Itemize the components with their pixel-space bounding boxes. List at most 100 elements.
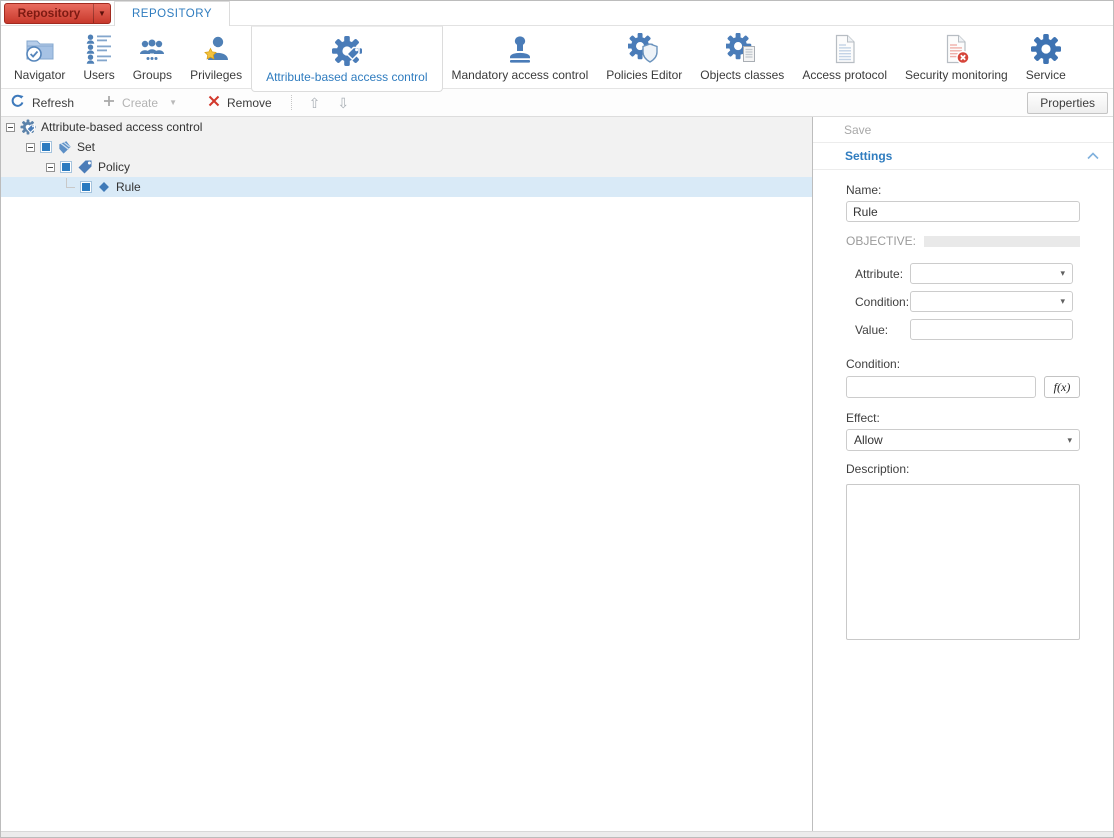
description-textarea[interactable] bbox=[846, 484, 1080, 640]
ribbon-item-privileges[interactable]: Privileges bbox=[181, 26, 251, 88]
create-label: Create bbox=[122, 96, 158, 110]
chevron-down-icon: ▼ bbox=[93, 4, 110, 23]
refresh-label: Refresh bbox=[32, 96, 74, 110]
save-button[interactable]: Save bbox=[844, 123, 871, 137]
tree-node-rule[interactable]: Rule bbox=[1, 177, 812, 197]
condition-select[interactable]: ▾ bbox=[910, 291, 1073, 312]
tree-node-set[interactable]: Set bbox=[1, 137, 812, 157]
privileges-icon bbox=[200, 32, 232, 65]
tab-label: REPOSITORY bbox=[132, 8, 212, 20]
attribute-label: Attribute: bbox=[855, 267, 910, 281]
create-button[interactable]: Create ▼ bbox=[103, 95, 177, 110]
security-monitoring-icon bbox=[940, 32, 972, 65]
effect-label: Effect: bbox=[846, 411, 1080, 425]
objects-classes-icon bbox=[726, 32, 758, 65]
down-arrow-icon[interactable]: ⇩ bbox=[337, 96, 349, 110]
chevron-down-icon: ▾ bbox=[1060, 268, 1065, 279]
effect-select-value: Allow bbox=[854, 433, 883, 447]
refresh-button[interactable]: Refresh bbox=[10, 94, 74, 112]
groups-icon bbox=[136, 32, 168, 65]
service-icon bbox=[1030, 32, 1062, 65]
chevron-up-icon[interactable] bbox=[1087, 152, 1099, 160]
condition-dropdown-row: Condition: ▾ bbox=[846, 291, 1080, 312]
repository-menu-label: Repository bbox=[5, 6, 93, 20]
repository-menu-button[interactable]: Repository ▼ bbox=[4, 3, 111, 24]
tab-repository[interactable]: REPOSITORY bbox=[114, 1, 230, 26]
access-protocol-icon bbox=[829, 32, 861, 65]
tree-connector bbox=[66, 178, 75, 188]
condition-expression-label: Condition: bbox=[846, 357, 1080, 371]
condition-expression-input[interactable] bbox=[846, 376, 1036, 398]
tab-strip: Repository ▼ REPOSITORY bbox=[1, 1, 1113, 26]
save-row: Save bbox=[813, 117, 1113, 143]
chevron-down-icon: ▾ bbox=[1060, 296, 1065, 307]
ribbon-item-label: Groups bbox=[133, 68, 172, 82]
checkbox-checked-icon[interactable] bbox=[40, 141, 52, 153]
tree-node-policy[interactable]: Policy bbox=[1, 157, 812, 177]
tree-node-label: Rule bbox=[116, 180, 141, 194]
remove-x-icon bbox=[208, 95, 220, 110]
attribute-based-access-control-icon bbox=[331, 34, 363, 67]
chevron-down-icon[interactable]: ▼ bbox=[169, 98, 177, 107]
policy-tag-icon bbox=[77, 159, 93, 175]
ribbon-item-label: Attribute-based access control bbox=[266, 70, 427, 84]
ribbon-item-attribute-based-access-control[interactable]: Attribute-based access control bbox=[251, 26, 442, 92]
name-input[interactable] bbox=[846, 201, 1080, 222]
settings-title: Settings bbox=[845, 149, 892, 163]
name-label: Name: bbox=[846, 183, 1080, 197]
rule-diamond-icon bbox=[97, 180, 111, 194]
checkbox-checked-icon[interactable] bbox=[60, 161, 72, 173]
toolbar: Refresh Create ▼ Remove ⇧ ⇩ Properties bbox=[1, 89, 1113, 117]
properties-button[interactable]: Properties bbox=[1027, 92, 1108, 114]
tree-node-attribute-based-access-control[interactable]: Attribute-based access control bbox=[1, 117, 812, 137]
gear-tag-icon bbox=[20, 119, 36, 135]
condition-dropdown-label: Condition: bbox=[855, 295, 910, 309]
ribbon-item-label: Policies Editor bbox=[606, 68, 682, 82]
ribbon-item-access-protocol[interactable]: Access protocol bbox=[793, 26, 896, 88]
ribbon-item-groups[interactable]: Groups bbox=[124, 26, 181, 88]
ribbon-item-users[interactable]: Users bbox=[74, 26, 123, 88]
collapse-toggle-icon[interactable] bbox=[6, 123, 15, 132]
ribbon: Navigator Users bbox=[1, 26, 1113, 89]
ribbon-item-mandatory-access-control[interactable]: Mandatory access control bbox=[443, 26, 598, 88]
value-field-row: Value: bbox=[846, 319, 1080, 340]
value-input[interactable] bbox=[910, 319, 1073, 340]
ribbon-item-label: Privileges bbox=[190, 68, 242, 82]
attribute-select[interactable]: ▾ bbox=[910, 263, 1073, 284]
remove-button[interactable]: Remove bbox=[208, 95, 272, 110]
effect-select[interactable]: Allow ▾ bbox=[846, 429, 1080, 451]
ribbon-item-label: Mandatory access control bbox=[452, 68, 589, 82]
ribbon-item-label: Users bbox=[83, 68, 114, 82]
up-arrow-icon[interactable]: ⇧ bbox=[309, 96, 321, 110]
plus-icon bbox=[103, 95, 115, 110]
objective-bar bbox=[924, 236, 1080, 247]
ribbon-item-label: Service bbox=[1026, 68, 1066, 82]
ribbon-item-service[interactable]: Service bbox=[1017, 26, 1075, 88]
settings-section-header[interactable]: Settings bbox=[813, 143, 1113, 170]
properties-panel: Save Settings Name: OBJECTIVE: bbox=[813, 117, 1113, 831]
ribbon-item-security-monitoring[interactable]: Security monitoring bbox=[896, 26, 1017, 88]
toolbar-separator bbox=[291, 95, 292, 110]
window-bottom-strip bbox=[1, 831, 1113, 837]
collapse-toggle-icon[interactable] bbox=[26, 143, 35, 152]
function-editor-button[interactable]: f(x) bbox=[1044, 376, 1080, 398]
tree-node-label: Policy bbox=[98, 160, 130, 174]
users-icon bbox=[84, 32, 114, 65]
set-icon bbox=[57, 140, 72, 155]
tree-node-label: Set bbox=[77, 140, 95, 154]
collapse-toggle-icon[interactable] bbox=[46, 163, 55, 172]
ribbon-item-label: Access protocol bbox=[802, 68, 887, 82]
ribbon-item-policies-editor[interactable]: Policies Editor bbox=[597, 26, 691, 88]
policy-tree: Attribute-based access control Set bbox=[1, 117, 813, 831]
checkbox-checked-icon[interactable] bbox=[80, 181, 92, 193]
ribbon-item-label: Navigator bbox=[14, 68, 65, 82]
mandatory-access-control-icon bbox=[504, 32, 536, 65]
main-area: Attribute-based access control Set bbox=[1, 117, 1113, 831]
navigator-icon bbox=[24, 32, 56, 65]
attribute-field-row: Attribute: ▾ bbox=[846, 263, 1080, 284]
ribbon-item-objects-classes[interactable]: Objects classes bbox=[691, 26, 793, 88]
settings-form: Name: OBJECTIVE: Attribute: ▾ Condition: bbox=[813, 170, 1113, 643]
remove-label: Remove bbox=[227, 96, 272, 110]
ribbon-item-navigator[interactable]: Navigator bbox=[5, 26, 74, 88]
objective-label: OBJECTIVE: bbox=[846, 234, 916, 248]
